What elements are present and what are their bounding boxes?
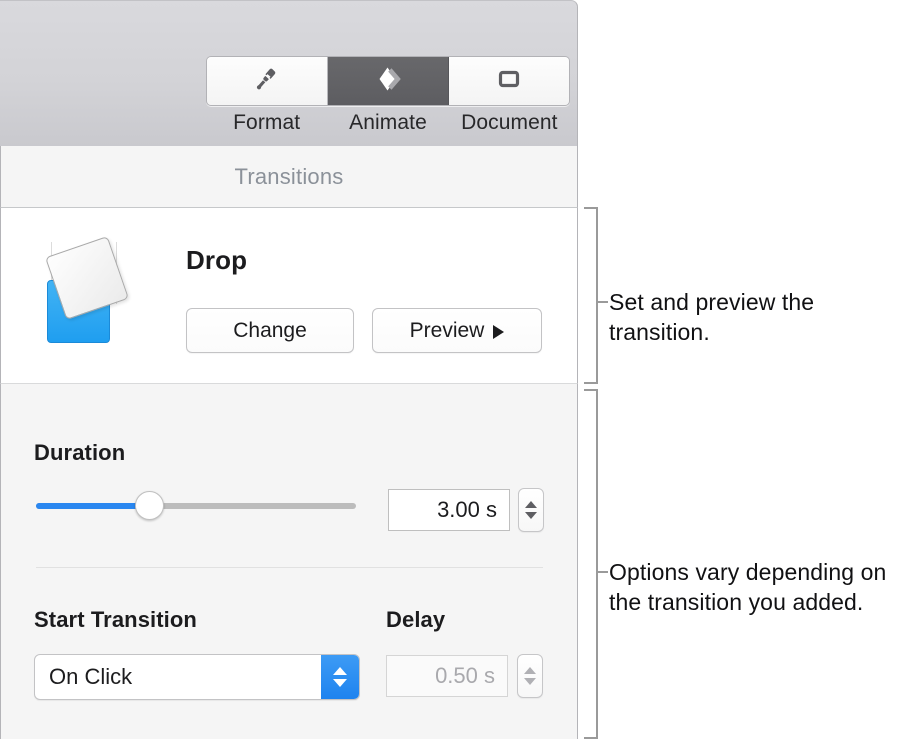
- duration-label: Duration: [34, 440, 126, 465]
- callout-tick-top: [597, 301, 608, 303]
- preview-button-label: Preview: [409, 318, 485, 342]
- inspector-panel: Format Animate Document Transitions Drop…: [0, 0, 578, 739]
- callout-bracket-bottom: [584, 389, 598, 739]
- pane-title-bar: Transitions: [0, 146, 578, 208]
- chevron-down-icon[interactable]: [524, 678, 536, 685]
- duration-input[interactable]: 3.00 s: [388, 489, 510, 531]
- play-triangle-icon: [493, 324, 505, 339]
- tab-animate[interactable]: [328, 57, 449, 105]
- preview-button[interactable]: Preview: [372, 308, 542, 353]
- drop-transition-thumbnail[interactable]: [37, 236, 133, 346]
- paint-brush-icon: [252, 64, 282, 99]
- tab-label-document[interactable]: Document: [449, 107, 570, 141]
- inspector-tab-segmented-control[interactable]: [206, 56, 570, 106]
- start-transition-popup-button[interactable]: On Click: [34, 654, 360, 700]
- callout-bracket-top: [584, 207, 598, 384]
- pane-title: Transitions: [234, 163, 344, 189]
- start-transition-value: On Click: [49, 664, 133, 689]
- duration-stepper[interactable]: [518, 488, 544, 532]
- tab-label-animate[interactable]: Animate: [327, 107, 448, 141]
- callout-text-top: Set and preview the transition.: [609, 289, 815, 345]
- chevron-up-icon[interactable]: [525, 501, 537, 508]
- start-transition-label: Start Transition: [34, 607, 197, 632]
- popup-up-down-icon[interactable]: [321, 655, 359, 699]
- duration-value: 3.00 s: [437, 497, 497, 522]
- transition-name: Drop: [186, 245, 248, 275]
- callout-tick-bottom: [597, 571, 608, 573]
- chevron-down-icon[interactable]: [525, 512, 537, 519]
- change-button[interactable]: Change: [186, 308, 354, 353]
- delay-input[interactable]: 0.50 s: [386, 655, 508, 697]
- diamond-chevron-icon: [371, 64, 405, 99]
- slider-thumb[interactable]: [135, 491, 164, 520]
- delay-stepper[interactable]: [517, 654, 543, 698]
- inspector-toolbar: Format Animate Document: [0, 0, 578, 146]
- tab-format[interactable]: [207, 57, 328, 105]
- tab-label-format[interactable]: Format: [206, 107, 327, 141]
- tab-document[interactable]: [449, 57, 569, 105]
- duration-slider[interactable]: [36, 491, 356, 520]
- change-button-label: Change: [233, 318, 307, 342]
- delay-value: 0.50 s: [435, 663, 495, 688]
- chevron-up-icon: [333, 667, 347, 675]
- chevron-down-icon: [333, 679, 347, 687]
- inspector-tab-labels: Format Animate Document: [206, 107, 570, 141]
- options-divider: [36, 567, 543, 568]
- callout-text-bottom: Options vary depending on the transition…: [609, 559, 887, 615]
- document-square-icon: [494, 64, 524, 99]
- delay-label: Delay: [386, 607, 446, 632]
- chevron-up-icon[interactable]: [524, 667, 536, 674]
